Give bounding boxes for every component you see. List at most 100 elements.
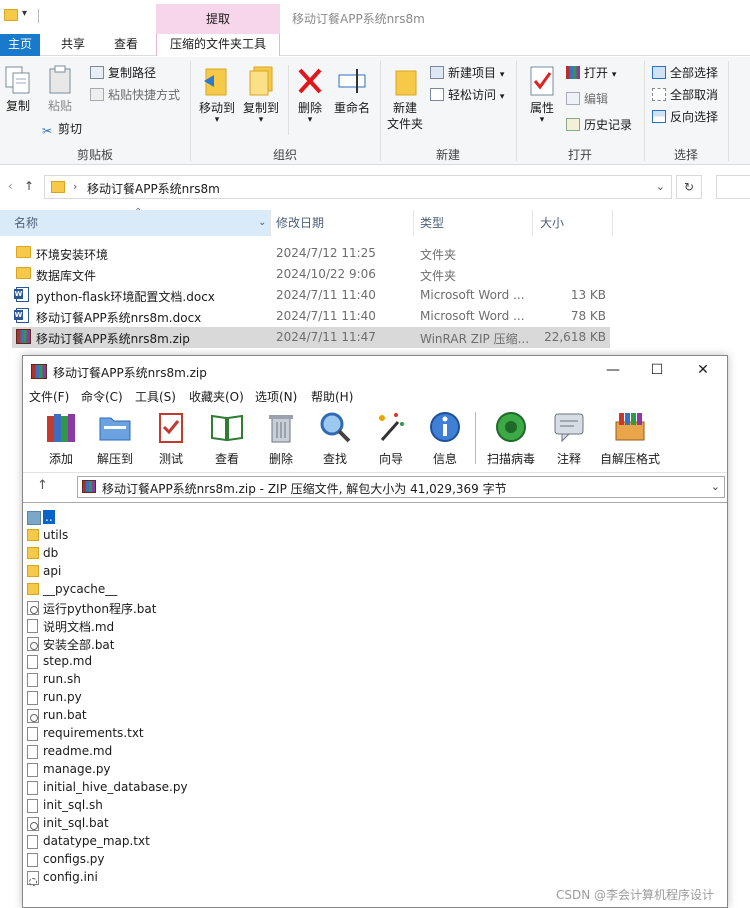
menu-commands[interactable]: 命令(C) [81,388,123,405]
breadcrumb[interactable]: 移动订餐APP系统nrs8m [87,180,220,197]
easy-access-label: 轻松访问 [448,88,497,102]
paste-button[interactable]: 粘贴 [44,65,76,114]
address-history-dropdown-icon[interactable]: ⌄ [656,180,665,193]
column-divider[interactable] [270,210,271,236]
comment-icon [554,413,584,443]
refresh-button[interactable]: ↻ [676,175,702,199]
menu-tools[interactable]: 工具(S) [135,388,176,405]
file-date: 2024/7/11 11:40 [276,288,376,302]
archive-item-name: initial_hive_database.py [43,780,188,794]
archive-path-text: 移动订餐APP系统nrs8m.zip - ZIP 压缩文件, 解包大小为 41,… [102,482,507,496]
info-button[interactable]: 信息 [419,410,471,467]
easy-access-button[interactable]: 轻松访问 ▾ [430,86,504,104]
archive-item-name: configs.py [43,852,105,866]
virus-scan-button[interactable]: 扫描病毒 [481,410,541,467]
archive-file-list: .. utils db api __pycache__ 运行python程序.bat 说明文… [23,502,727,908]
open-button[interactable]: 打开 ▾ [566,64,616,82]
delete-x-icon [298,68,322,94]
invert-selection-button[interactable]: 反向选择 [652,108,718,126]
open-winrar-icon [566,66,580,79]
copy-to-dropdown-icon: ▾ [258,115,264,125]
virus-scan-label: 扫描病毒 [486,452,535,466]
back-chevron-icon[interactable]: ‹ [8,179,13,193]
wizard-button[interactable]: 向导 [365,410,417,467]
new-item-icon [430,66,444,79]
archive-item-name: run.bat [43,708,87,722]
archive-item-name: .. [43,510,55,524]
view-button[interactable]: 查看 [201,410,253,467]
menu-favorites[interactable]: 收藏夹(O) [189,388,244,405]
properties-button[interactable]: 属性 ▾ [524,65,560,125]
column-divider[interactable] [413,210,414,236]
copy-path-button[interactable]: 复制路径 [90,64,156,82]
minimize-button[interactable]: — [603,362,623,380]
menu-help[interactable]: 帮助(H) [311,388,353,405]
organize-group-label: 组织 [272,148,297,162]
new-item-button[interactable]: 新建项目 ▾ [430,64,504,82]
delete-archive-button[interactable]: 删除 [255,410,307,467]
breadcrumb-chevron-icon[interactable]: › [73,180,77,193]
edit-button[interactable]: 编辑 [566,90,608,108]
address-bar[interactable]: › 移动订餐APP系统nrs8m ⌄ [44,175,672,199]
file-name: 移动订餐APP系统nrs8m.zip [36,332,190,346]
copy-button[interactable]: 复制 [2,65,34,114]
new-folder-button[interactable]: 新建 文件夹 [384,65,426,132]
history-button[interactable]: 历史记录 [566,116,632,134]
quick-access-dropdown-icon[interactable]: ▾ [22,8,27,19]
column-divider[interactable] [612,210,613,236]
archive-item-name: 说明文档.md [43,620,115,634]
extract-to-button[interactable]: 解压到 [89,410,141,467]
up-level-arrow-icon[interactable]: ↑ [37,478,48,493]
close-button[interactable]: ✕ [693,362,713,380]
rename-button[interactable]: 重命名 [330,65,374,116]
file-name: 移动订餐APP系统nrs8m.docx [36,311,202,325]
column-divider[interactable] [532,210,533,236]
file-row[interactable]: python-flask环境配置文档.docx 2024/7/11 11:40 … [12,285,610,306]
winrar-menu-bar: 文件(F) 命令(C) 工具(S) 收藏夹(O) 选项(N) 帮助(H) [23,386,727,406]
menu-file[interactable]: 文件(F) [29,388,69,405]
move-to-button[interactable]: 移动到 ▾ [196,65,238,125]
archive-path-dropdown[interactable]: 移动订餐APP系统nrs8m.zip - ZIP 压缩文件, 解包大小为 41,… [77,476,725,498]
delete-dropdown-icon: ▾ [307,115,313,125]
column-type[interactable]: 类型 [420,210,444,236]
column-filter-dropdown-icon[interactable]: ⌄ [258,217,266,228]
select-all-icon [652,66,666,79]
tab-home[interactable]: 主页 [0,34,40,56]
tab-view[interactable]: 查看 [106,34,146,56]
magnifier-icon [320,412,351,443]
cut-button[interactable]: ✂ 剪切 [42,120,82,138]
extract-folder-icon [99,417,131,441]
test-button[interactable]: 测试 [145,410,197,467]
file-row[interactable]: 移动订餐APP系统nrs8m.docx 2024/7/11 11:40 Micr… [12,306,610,327]
delete-button[interactable]: 删除 ▾ [294,65,326,125]
extract-context-label[interactable]: 提取 [156,10,280,27]
comment-button[interactable]: 注释 [543,410,595,467]
file-row[interactable]: 数据库文件 2024/10/22 9:06 文件夹 [12,264,610,285]
menu-options[interactable]: 选项(N) [255,388,297,405]
select-none-button[interactable]: 全部取消 [652,86,718,104]
sfx-button[interactable]: 自解压格式 [597,410,663,467]
column-date[interactable]: 修改日期 [276,210,324,236]
tab-compressed-folder-tools[interactable]: 压缩的文件夹工具 [156,34,280,56]
copy-to-button[interactable]: 复制到 ▾ [240,65,282,125]
column-size[interactable]: 大小 [540,210,564,236]
file-row-selected[interactable]: 移动订餐APP系统nrs8m.zip 2024/7/11 11:47 WinRA… [12,327,610,348]
search-input[interactable] [716,175,750,199]
test-clipboard-icon [159,413,183,443]
file-date: 2024/7/11 11:47 [276,330,376,344]
quick-access-folder-icon[interactable] [4,9,18,21]
paste-shortcut-button[interactable]: 粘贴快捷方式 [90,86,180,104]
up-arrow-icon[interactable]: ↑ [24,179,34,193]
word-doc-icon [14,308,29,323]
file-row[interactable]: 环境安装环境 2024/7/12 11:25 文件夹 [12,243,610,264]
tab-share[interactable]: 共享 [53,34,93,56]
add-button[interactable]: 添加 [35,410,87,467]
cut-label: 剪切 [58,122,83,136]
find-button[interactable]: 查找 [309,410,361,467]
trash-icon [269,415,293,443]
scissors-icon: ✂ [42,124,53,138]
sfx-box-icon [615,413,645,441]
new-item-label: 新建项目 [448,66,497,80]
maximize-button[interactable]: ☐ [647,362,667,380]
select-all-button[interactable]: 全部选择 [652,64,718,82]
